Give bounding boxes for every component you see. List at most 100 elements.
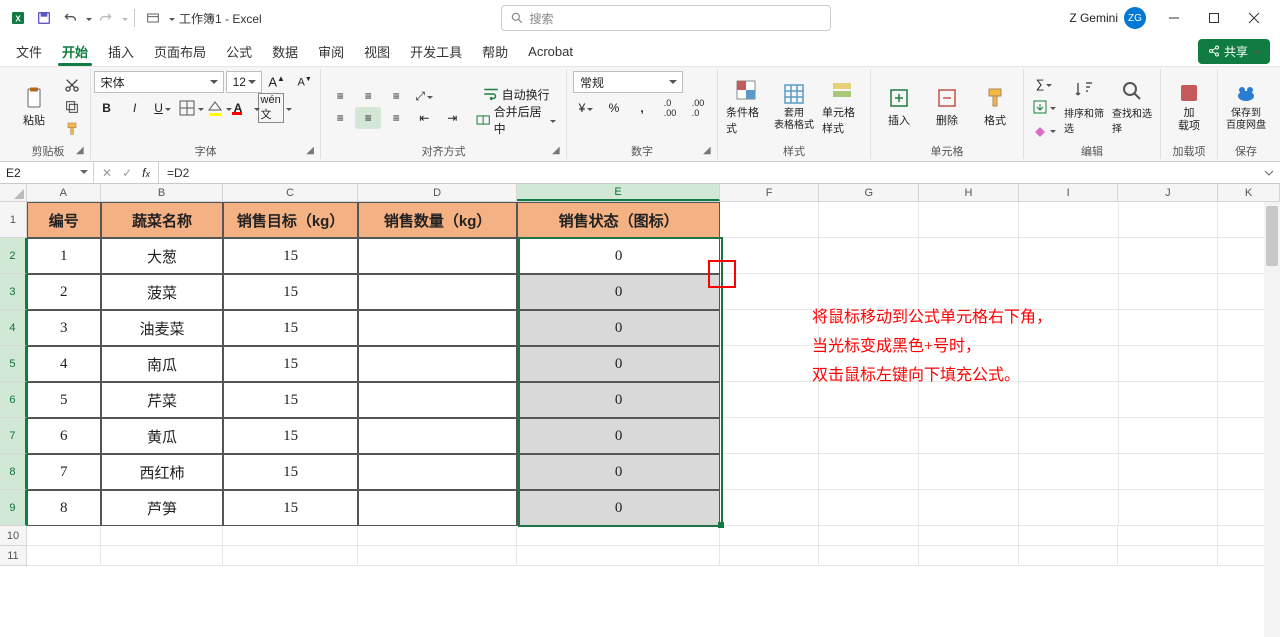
conditional-formatting-button[interactable]: 条件格式 [724,74,768,140]
cell-B7[interactable]: 黄瓜 [101,418,224,454]
row-header-4[interactable]: 4 [0,310,27,346]
col-header-K[interactable]: K [1218,184,1280,201]
format-painter-button[interactable] [60,119,84,139]
font-name-combo[interactable]: 宋体 [94,71,224,93]
formula-input[interactable]: =D2 [159,166,1258,180]
tab-acrobat[interactable]: Acrobat [518,36,583,66]
cell-E1[interactable]: 销售状态（图标） [517,202,719,238]
delete-cells-button[interactable]: 删除 [925,74,969,140]
worksheet-grid[interactable]: ABCDEFGHIJK 1编号蔬菜名称销售目标（kg）销售数量（kg）销售状态（… [0,184,1280,637]
phonetic-button[interactable]: wén文 [262,97,288,119]
tab-help[interactable]: 帮助 [472,36,518,66]
cell-C11[interactable] [223,546,358,566]
cell-J10[interactable] [1118,526,1218,546]
cell-D8[interactable] [358,454,518,490]
row-header-7[interactable]: 7 [0,418,27,454]
share-button[interactable]: 共享 [1198,39,1270,64]
cell-J9[interactable] [1119,490,1219,526]
cell-D2[interactable] [358,238,518,274]
grow-font-button[interactable]: A▲ [264,71,290,93]
cell-H2[interactable] [919,238,1019,274]
cell-A4[interactable]: 3 [27,310,101,346]
redo-button[interactable] [94,6,118,30]
font-launcher[interactable]: ◢ [306,145,318,157]
tab-data[interactable]: 数据 [262,36,308,66]
number-format-combo[interactable]: 常规 [573,71,683,93]
cell-D10[interactable] [358,526,518,546]
cell-A1[interactable]: 编号 [27,202,101,238]
autosum-button[interactable]: ∑ [1030,74,1058,94]
col-header-J[interactable]: J [1118,184,1218,201]
cell-D6[interactable] [358,382,518,418]
italic-button[interactable]: I [122,97,148,119]
cell-J4[interactable] [1119,310,1219,346]
tab-home[interactable]: 开始 [52,36,98,66]
row-header-9[interactable]: 9 [0,490,27,526]
cell-A10[interactable] [27,526,101,546]
cell-J6[interactable] [1119,382,1219,418]
format-cells-button[interactable]: 格式 [973,74,1017,140]
cell-I8[interactable] [1019,454,1119,490]
cell-B5[interactable]: 南瓜 [101,346,224,382]
cell-styles-button[interactable]: 单元格样式 [820,74,864,140]
copy-button[interactable] [60,97,84,117]
row-header-2[interactable]: 2 [0,238,27,274]
redo-dropdown[interactable] [120,11,128,25]
row-header-10[interactable]: 10 [0,526,27,546]
cell-B4[interactable]: 油麦菜 [101,310,224,346]
cell-E3[interactable]: 0 [517,274,719,310]
insert-function-button[interactable]: fx [138,166,154,180]
find-select-button[interactable]: 查找和选择 [1110,74,1154,140]
insert-cells-button[interactable]: 插入 [877,74,921,140]
cell-E10[interactable] [517,526,719,546]
save-button[interactable] [32,6,56,30]
align-right-button[interactable]: ≡ [383,107,409,129]
col-header-B[interactable]: B [101,184,224,201]
cell-E4[interactable]: 0 [517,310,719,346]
cell-G2[interactable] [819,238,919,274]
cell-E7[interactable]: 0 [517,418,719,454]
clipboard-launcher[interactable]: ◢ [76,145,88,157]
cell-A11[interactable] [27,546,101,566]
cell-C3[interactable]: 15 [223,274,358,310]
tab-review[interactable]: 审阅 [308,36,354,66]
cell-C1[interactable]: 销售目标（kg） [223,202,358,238]
row-header-1[interactable]: 1 [0,202,27,238]
cell-H10[interactable] [919,526,1019,546]
search-box[interactable]: 搜索 [501,5,831,31]
cell-F7[interactable] [720,418,820,454]
cell-A7[interactable]: 6 [27,418,101,454]
col-header-D[interactable]: D [358,184,518,201]
tab-formulas[interactable]: 公式 [216,36,262,66]
col-header-I[interactable]: I [1019,184,1119,201]
merge-center-button[interactable]: 合并后居中 [471,109,560,131]
cell-G8[interactable] [819,454,919,490]
cell-I9[interactable] [1019,490,1119,526]
cell-G9[interactable] [819,490,919,526]
cell-E9[interactable]: 0 [517,490,719,526]
cell-D1[interactable]: 销售数量（kg） [358,202,518,238]
cell-A6[interactable]: 5 [27,382,101,418]
cell-A2[interactable]: 1 [27,238,101,274]
borders-button[interactable] [178,97,204,119]
cell-G11[interactable] [819,546,919,566]
cell-H9[interactable] [919,490,1019,526]
cell-B10[interactable] [101,526,224,546]
undo-button[interactable] [58,6,82,30]
cell-D11[interactable] [358,546,518,566]
accept-formula-button[interactable]: ✓ [118,166,136,180]
align-left-button[interactable]: ≡ [327,107,353,129]
underline-button[interactable]: U [150,97,176,119]
cell-B8[interactable]: 西红柿 [101,454,224,490]
col-header-A[interactable]: A [27,184,101,201]
tab-insert[interactable]: 插入 [98,36,144,66]
cell-A5[interactable]: 4 [27,346,101,382]
cell-B3[interactable]: 菠菜 [101,274,224,310]
align-center-button[interactable]: ≡ [355,107,381,129]
cell-G1[interactable] [819,202,919,238]
cell-C6[interactable]: 15 [223,382,358,418]
cell-E11[interactable] [517,546,719,566]
cell-I11[interactable] [1019,546,1119,566]
cell-D7[interactable] [358,418,518,454]
cell-H11[interactable] [919,546,1019,566]
